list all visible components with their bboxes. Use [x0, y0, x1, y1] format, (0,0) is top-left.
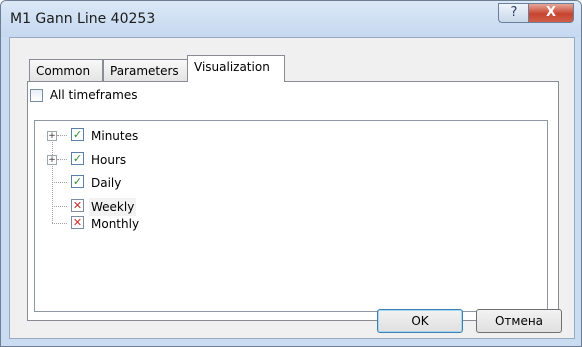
all-timeframes-checkbox[interactable] [30, 89, 43, 102]
cancel-button[interactable]: Отмена [476, 309, 562, 333]
checked-icon[interactable]: ✓ [71, 152, 84, 165]
expand-icon[interactable]: + [47, 131, 57, 141]
help-button[interactable]: ? [498, 3, 530, 23]
timeframes-tree: + ✓ Minutes + ✓ Hours ✓ Daily ✕ Weekly ✕… [34, 120, 548, 312]
tree-item-label: Weekly [89, 198, 137, 216]
expand-icon[interactable]: + [47, 155, 57, 165]
dialog-window: M1 Gann Line 40253 ? X Common Parameters… [0, 0, 582, 347]
tab-parameters[interactable]: Parameters [103, 59, 190, 81]
tab-common[interactable]: Common [29, 59, 103, 81]
unchecked-x-icon[interactable]: ✕ [71, 216, 84, 229]
unchecked-x-icon[interactable]: ✕ [71, 199, 84, 212]
checked-icon[interactable]: ✓ [71, 175, 84, 188]
tree-item-label: Minutes [91, 129, 139, 143]
tree-item-monthly[interactable]: ✕ Monthly [35, 215, 235, 233]
tree-item-weekly[interactable]: ✕ Weekly [35, 198, 235, 216]
tree-item-label: Hours [91, 153, 127, 167]
tree-item-label: Monthly [91, 217, 140, 231]
tab-visualization[interactable]: Visualization [187, 55, 285, 82]
title-bar: M1 Gann Line 40253 ? X [1, 1, 581, 37]
ok-button[interactable]: OK [377, 309, 463, 333]
tree-item-minutes[interactable]: + ✓ Minutes [35, 127, 235, 145]
all-timeframes-checkbox-row[interactable]: All timeframes [30, 88, 137, 102]
tree-item-label: Daily [91, 176, 122, 190]
all-timeframes-label: All timeframes [49, 88, 138, 102]
dialog-content: Common Parameters Visualization All time… [9, 37, 575, 339]
tree-item-daily[interactable]: ✓ Daily [35, 174, 235, 192]
tree-item-hours[interactable]: + ✓ Hours [35, 151, 235, 169]
checked-icon[interactable]: ✓ [71, 128, 84, 141]
window-title: M1 Gann Line 40253 [10, 11, 156, 27]
close-button[interactable]: X [528, 3, 574, 23]
